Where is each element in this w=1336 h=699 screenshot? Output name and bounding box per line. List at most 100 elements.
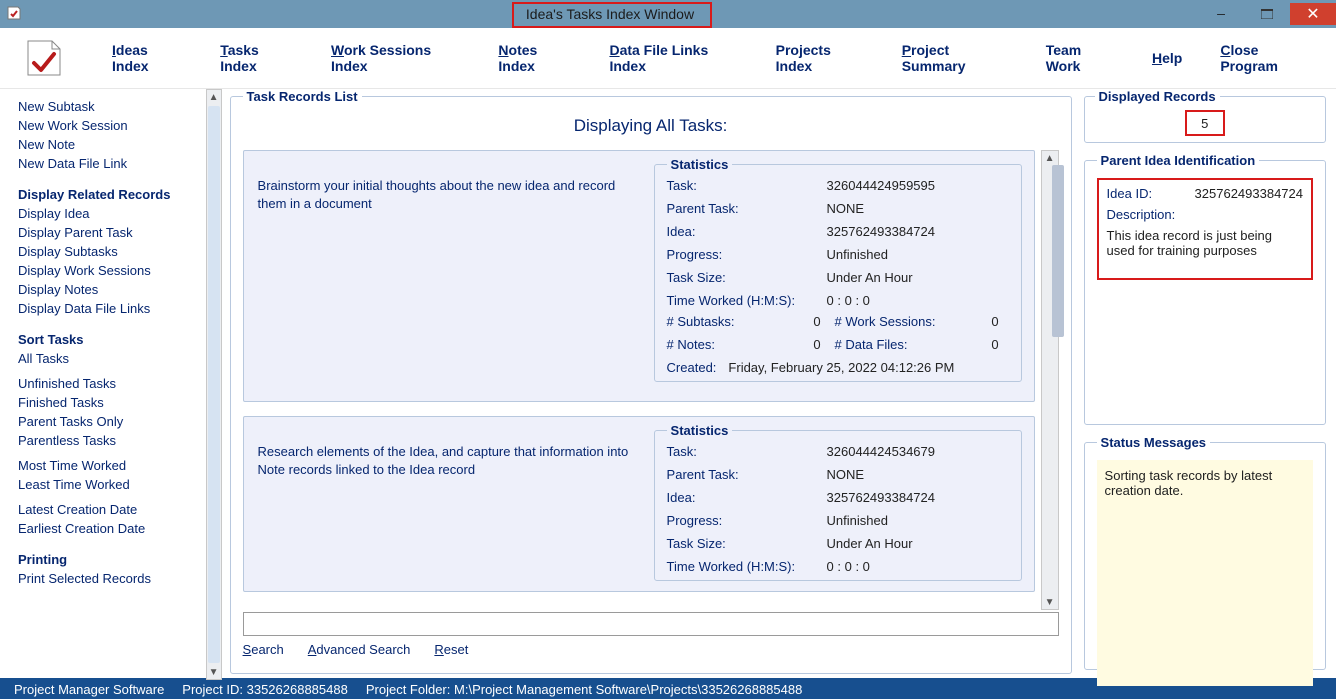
- value-task-id: 326044424959595: [827, 178, 1009, 193]
- scroll-down-icon[interactable]: ▼: [1043, 595, 1057, 609]
- sidebar-item-latest[interactable]: Latest Creation Date: [18, 500, 202, 519]
- value-dfiles: 0: [979, 337, 1009, 352]
- label-created: Created:: [667, 360, 717, 375]
- label-idea-desc: Description:: [1107, 207, 1185, 222]
- value-idea-desc: This idea record is just being used for …: [1107, 228, 1303, 258]
- sidebar-item-display-notes[interactable]: Display Notes: [18, 280, 202, 299]
- close-button[interactable]: ✕: [1290, 3, 1336, 25]
- menu-tasks-index[interactable]: Tasks Index: [220, 42, 293, 74]
- displaying-tasks-title: Displaying All Tasks:: [243, 116, 1059, 136]
- list-scrollbar[interactable]: ▲ ▼: [1041, 150, 1059, 610]
- sidebar-item-all-tasks[interactable]: All Tasks: [18, 349, 202, 368]
- label-idea: Idea:: [667, 490, 827, 505]
- sidebar-item-new-subtask[interactable]: New Subtask: [18, 97, 202, 116]
- task-row[interactable]: Research elements of the Idea, and captu…: [243, 416, 1035, 592]
- main-panel: Task Records List Displaying All Tasks: …: [230, 89, 1080, 678]
- menu-notes-index[interactable]: Notes Index: [498, 42, 571, 74]
- value-size: Under An Hour: [827, 536, 1009, 551]
- window-titlebar: Idea's Tasks Index Window — ✕: [0, 0, 1336, 28]
- sidebar-item-most-time[interactable]: Most Time Worked: [18, 456, 202, 475]
- label-idea: Idea:: [667, 224, 827, 239]
- sidebar-item-least-time[interactable]: Least Time Worked: [18, 475, 202, 494]
- sidebar-header-sort: Sort Tasks: [18, 330, 202, 349]
- value-subtasks: 0: [801, 314, 831, 329]
- label-parent: Parent Task:: [667, 467, 827, 482]
- task-row[interactable]: Brainstorm your initial thoughts about t…: [243, 150, 1035, 402]
- label-wsessions: # Work Sessions:: [835, 314, 975, 329]
- label-time: Time Worked (H:M:S):: [667, 559, 827, 574]
- value-notes: 0: [801, 337, 831, 352]
- menu-ideas-index[interactable]: Ideas Index: [112, 42, 182, 74]
- minimize-button[interactable]: —: [1198, 3, 1244, 25]
- value-time: 0 : 0 : 0: [827, 293, 1009, 308]
- statistics-legend: Statistics: [667, 157, 733, 172]
- sidebar-item-parent-only[interactable]: Parent Tasks Only: [18, 412, 202, 431]
- value-idea-id: 325762493384724: [1195, 186, 1303, 201]
- task-description: Brainstorm your initial thoughts about t…: [244, 151, 652, 401]
- sidebar-item-new-note[interactable]: New Note: [18, 135, 202, 154]
- logo-icon: [24, 35, 64, 82]
- scroll-down-icon[interactable]: ▼: [207, 665, 221, 679]
- value-idea: 325762493384724: [827, 490, 1009, 505]
- sidebar-item-print-selected[interactable]: Print Selected Records: [18, 569, 202, 588]
- scrollbar-thumb[interactable]: [1052, 165, 1064, 337]
- sidebar-item-display-subtasks[interactable]: Display Subtasks: [18, 242, 202, 261]
- label-progress: Progress:: [667, 513, 827, 528]
- label-time: Time Worked (H:M:S):: [667, 293, 827, 308]
- value-size: Under An Hour: [827, 270, 1009, 285]
- sidebar-item-unfinished[interactable]: Unfinished Tasks: [18, 374, 202, 393]
- menu-team-work[interactable]: Team Work: [1046, 42, 1114, 74]
- label-parent: Parent Task:: [667, 201, 827, 216]
- sidebar-item-display-work-sessions[interactable]: Display Work Sessions: [18, 261, 202, 280]
- sidebar-item-earliest[interactable]: Earliest Creation Date: [18, 519, 202, 538]
- maximize-button[interactable]: [1244, 3, 1290, 25]
- label-size: Task Size:: [667, 270, 827, 285]
- value-created: Friday, February 25, 2022 04:12:26 PM: [728, 360, 954, 375]
- sidebar-item-display-data-files[interactable]: Display Data File Links: [18, 299, 202, 318]
- status-messages-legend: Status Messages: [1097, 435, 1211, 450]
- sidebar-scrollbar[interactable]: ▲ ▼: [206, 89, 222, 680]
- scroll-up-icon[interactable]: ▲: [1043, 151, 1057, 165]
- menu-data-file-links[interactable]: Data File Links Index: [609, 42, 737, 74]
- task-records-list: Brainstorm your initial thoughts about t…: [243, 150, 1035, 610]
- value-wsessions: 0: [979, 314, 1009, 329]
- sidebar-item-new-data-file[interactable]: New Data File Link: [18, 154, 202, 173]
- parent-idea-box: Idea ID: 325762493384724 Description: Th…: [1097, 178, 1313, 280]
- status-messages-text: Sorting task records by latest creation …: [1097, 460, 1313, 686]
- sidebar-item-finished[interactable]: Finished Tasks: [18, 393, 202, 412]
- search-link[interactable]: Search: [243, 642, 284, 657]
- value-idea: 325762493384724: [827, 224, 1009, 239]
- sidebar-item-parentless[interactable]: Parentless Tasks: [18, 431, 202, 450]
- menu-help[interactable]: Help: [1152, 50, 1182, 66]
- sidebar-item-display-idea[interactable]: Display Idea: [18, 204, 202, 223]
- status-app-name: Project Manager Software: [14, 682, 164, 697]
- sidebar-item-new-work-session[interactable]: New Work Session: [18, 116, 202, 135]
- parent-idea-legend: Parent Idea Identification: [1097, 153, 1260, 168]
- scrollbar-thumb[interactable]: [208, 106, 220, 663]
- task-statistics: Statistics Task:326044424959595 Parent T…: [654, 157, 1022, 382]
- label-subtasks: # Subtasks:: [667, 314, 797, 329]
- right-panel: Displayed Records 5 Parent Idea Identifi…: [1080, 89, 1336, 678]
- search-input[interactable]: [243, 612, 1059, 636]
- value-task-id: 326044424534679: [827, 444, 1009, 459]
- menu-close-program[interactable]: Close Program: [1220, 42, 1312, 74]
- sidebar: New Subtask New Work Session New Note Ne…: [0, 89, 206, 678]
- main-menu: Ideas Index Tasks Index Work Sessions In…: [0, 28, 1336, 89]
- displayed-records-value: 5: [1185, 110, 1225, 136]
- advanced-search-link[interactable]: Advanced Search: [308, 642, 411, 657]
- scroll-up-icon[interactable]: ▲: [207, 90, 221, 104]
- label-progress: Progress:: [667, 247, 827, 262]
- reset-link[interactable]: Reset: [434, 642, 468, 657]
- menu-work-sessions[interactable]: Work Sessions Index: [331, 42, 460, 74]
- menu-projects-index[interactable]: Projects Index: [776, 42, 864, 74]
- label-task: Task:: [667, 178, 827, 193]
- value-parent: NONE: [827, 467, 1009, 482]
- label-idea-id: Idea ID:: [1107, 186, 1185, 201]
- task-records-list-legend: Task Records List: [243, 89, 362, 104]
- value-time: 0 : 0 : 0: [827, 559, 1009, 574]
- value-progress: Unfinished: [827, 513, 1009, 528]
- menu-project-summary[interactable]: Project Summary: [902, 42, 1008, 74]
- statistics-legend: Statistics: [667, 423, 733, 438]
- label-dfiles: # Data Files:: [835, 337, 975, 352]
- sidebar-item-display-parent-task[interactable]: Display Parent Task: [18, 223, 202, 242]
